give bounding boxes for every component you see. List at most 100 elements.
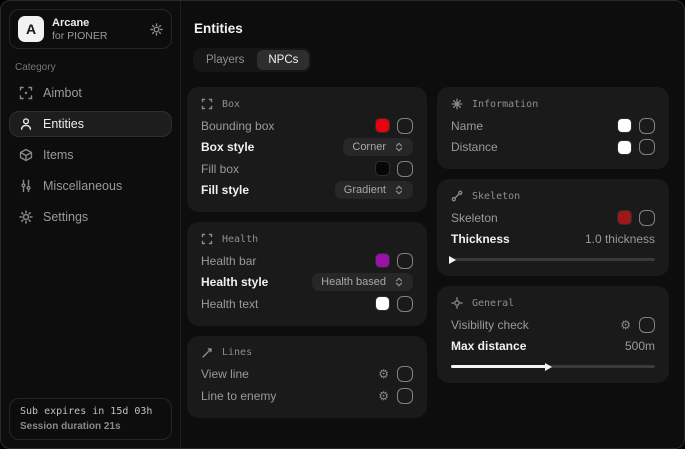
setting-row-fill-style: Fill style Gradient [201, 180, 413, 202]
card-title: Box [222, 99, 240, 110]
setting-label: Distance [451, 140, 498, 154]
health-style-dropdown[interactable]: Health based [312, 273, 413, 291]
line-to-enemy-checkbox[interactable] [397, 388, 413, 404]
card-title: Skeleton [472, 191, 520, 202]
main-content: Entities Players NPCs Box [181, 1, 684, 448]
sidebar: A Arcane for PIONER Category [1, 1, 181, 448]
sidebar-item-entities[interactable]: Entities [9, 111, 172, 137]
fill-box-checkbox[interactable] [397, 161, 413, 177]
crosshair-icon [451, 297, 463, 309]
visibility-check-checkbox[interactable] [639, 317, 655, 333]
setting-label: Fill style [201, 183, 249, 197]
column-right: Information Name Distance [437, 87, 669, 393]
fill-style-dropdown[interactable]: Gradient [335, 181, 413, 199]
package-box-icon [19, 148, 33, 162]
max-distance-value: 500m [625, 339, 655, 353]
color-swatch[interactable] [376, 254, 389, 267]
color-swatch[interactable] [376, 119, 389, 132]
card-health-header: Health [201, 233, 413, 245]
sidebar-item-label: Miscellaneous [43, 179, 122, 193]
setting-row-view-line: View line ⚙ [201, 364, 413, 386]
setting-label: Health style [201, 275, 268, 289]
setting-label: View line [201, 367, 249, 381]
sparkle-icon [451, 98, 463, 110]
subscription-info: Sub expires in 15d 03h Session duration … [9, 398, 172, 440]
corner-brackets-icon [201, 98, 213, 110]
sidebar-item-settings[interactable]: Settings [9, 204, 172, 230]
setting-label: Skeleton [451, 211, 498, 225]
thickness-value: 1.0 thickness [585, 232, 655, 246]
color-swatch[interactable] [618, 119, 631, 132]
setting-label: Line to enemy [201, 389, 276, 403]
color-swatch[interactable] [376, 162, 389, 175]
max-distance-slider[interactable] [451, 365, 655, 368]
setting-label: Health text [201, 297, 258, 311]
unfold-icon [394, 142, 404, 152]
bone-icon [451, 190, 463, 202]
category-label: Category [15, 62, 166, 73]
slider-fill [451, 365, 547, 368]
card-skeleton: Skeleton Skeleton Thickness 1.0 thicknes… [437, 179, 669, 276]
setting-row-distance: Distance [451, 137, 655, 159]
health-text-checkbox[interactable] [397, 296, 413, 312]
card-skeleton-header: Skeleton [451, 190, 655, 202]
sidebar-item-label: Items [43, 148, 74, 162]
tab-npcs[interactable]: NPCs [257, 50, 309, 70]
sidebar-item-label: Settings [43, 210, 88, 224]
setting-row-max-distance: Max distance 500m [451, 336, 655, 358]
sidebar-item-aimbot[interactable]: Aimbot [9, 80, 172, 106]
name-checkbox[interactable] [639, 118, 655, 134]
gear-icon[interactable]: ⚙ [378, 390, 389, 402]
app-title-block: Arcane for PIONER [52, 17, 142, 42]
bounding-box-checkbox[interactable] [397, 118, 413, 134]
sidebar-item-miscellaneous[interactable]: Miscellaneous [9, 173, 172, 199]
box-style-dropdown[interactable]: Corner [343, 138, 413, 156]
unfold-icon [394, 185, 404, 195]
color-swatch[interactable] [618, 141, 631, 154]
card-health: Health Health bar Health style Health ba… [187, 222, 427, 326]
app-header: A Arcane for PIONER [9, 9, 172, 49]
gear-icon [19, 210, 33, 224]
health-bar-checkbox[interactable] [397, 253, 413, 269]
diagonal-line-icon [201, 347, 213, 359]
view-line-checkbox[interactable] [397, 366, 413, 382]
skeleton-checkbox[interactable] [639, 210, 655, 226]
setting-row-visibility-check: Visibility check ⚙ [451, 314, 655, 336]
gear-icon[interactable]: ⚙ [620, 319, 631, 331]
gear-icon[interactable] [150, 23, 163, 36]
card-general-header: General [451, 297, 655, 309]
dropdown-value: Gradient [344, 184, 386, 196]
setting-row-name: Name [451, 115, 655, 137]
card-information: Information Name Distance [437, 87, 669, 169]
crosshair-brackets-icon [19, 86, 33, 100]
setting-label: Box style [201, 140, 254, 154]
distance-checkbox[interactable] [639, 139, 655, 155]
entity-type-tabs: Players NPCs [193, 48, 311, 72]
slider-thumb[interactable] [449, 256, 456, 264]
setting-label: Bounding box [201, 119, 274, 133]
gear-icon[interactable]: ⚙ [378, 368, 389, 380]
color-swatch[interactable] [376, 297, 389, 310]
page-title: Entities [194, 21, 669, 36]
card-information-header: Information [451, 98, 655, 110]
sidebar-nav: Aimbot Entities Items [9, 80, 172, 230]
app-logo: A [18, 16, 44, 42]
slider-thumb[interactable] [545, 363, 552, 371]
card-title: Lines [222, 347, 252, 358]
tab-players[interactable]: Players [195, 50, 255, 70]
setting-label: Name [451, 119, 483, 133]
sidebar-item-label: Entities [43, 117, 84, 131]
setting-label: Visibility check [451, 318, 529, 332]
sidebar-item-items[interactable]: Items [9, 142, 172, 168]
sidebar-spacer [9, 230, 172, 398]
card-general: General Visibility check ⚙ Max distance … [437, 286, 669, 383]
card-box: Box Bounding box Box style Corner [187, 87, 427, 212]
card-title: General [472, 298, 514, 309]
color-swatch[interactable] [618, 211, 631, 224]
setting-row-skeleton: Skeleton [451, 207, 655, 229]
settings-columns: Box Bounding box Box style Corner [187, 87, 669, 428]
card-title: Information [472, 99, 538, 110]
sub-expiry-text: Sub expires in 15d 03h [20, 406, 161, 417]
thickness-slider[interactable] [451, 258, 655, 261]
app-name: Arcane [52, 17, 142, 29]
